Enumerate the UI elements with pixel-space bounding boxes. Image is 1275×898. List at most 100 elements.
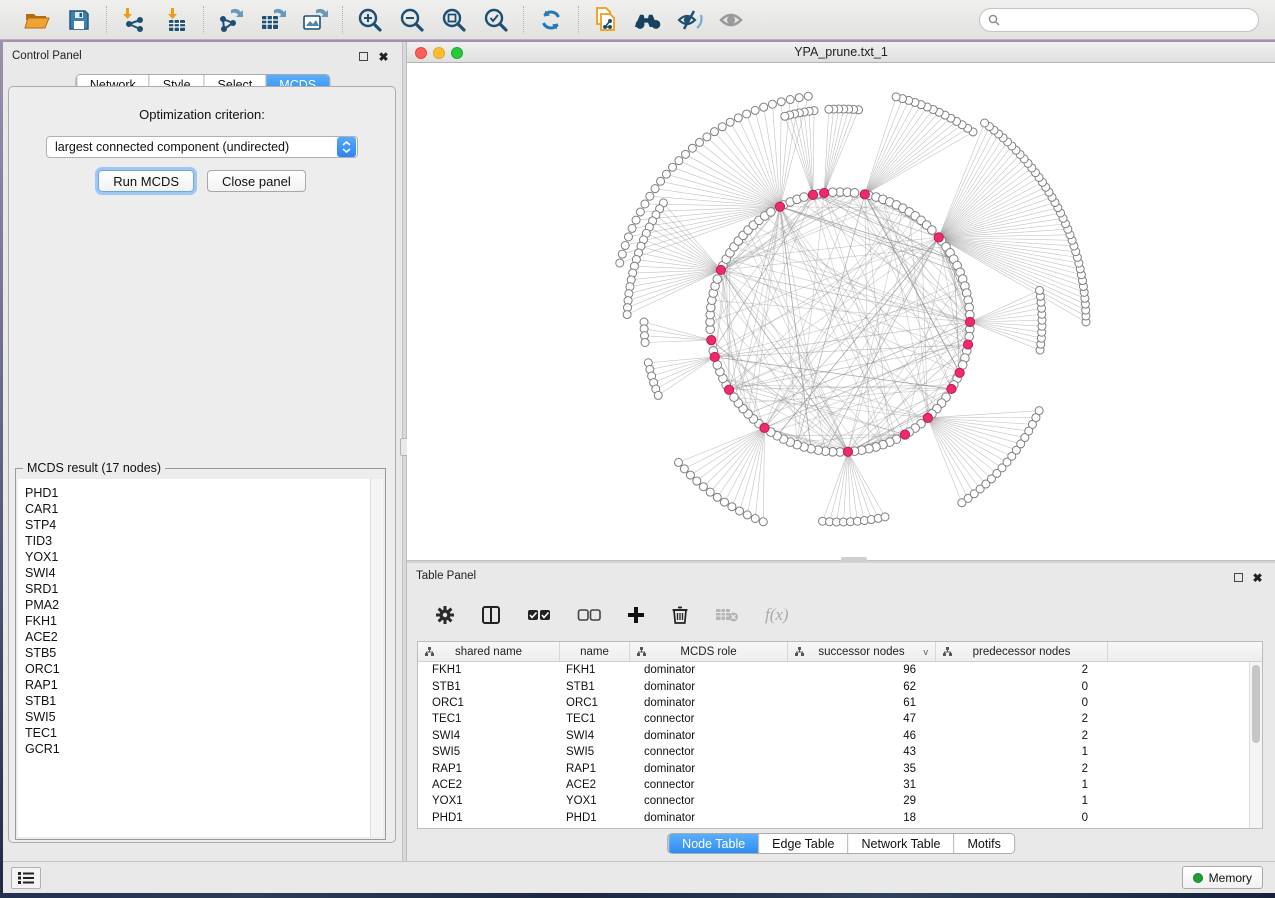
- add-icon[interactable]: [627, 606, 645, 624]
- table-row[interactable]: ORC1 ORC1 dominator 61 0: [418, 695, 1249, 711]
- close-panel-button[interactable]: Close panel: [207, 170, 306, 192]
- refresh-icon[interactable]: [536, 5, 566, 35]
- table-tab[interactable]: Node Table: [668, 834, 758, 853]
- table-row[interactable]: SWI5 SWI5 connector 43 1: [418, 744, 1249, 760]
- close-panel-icon[interactable]: ✖: [377, 50, 390, 63]
- show-details-icon[interactable]: [717, 5, 747, 35]
- mcds-result-list[interactable]: PHD1CAR1STP4TID3YOX1SWI4SRD1PMA2FKH1ACE2…: [18, 479, 383, 837]
- attribute-icon: [795, 647, 804, 659]
- zoom-in-icon[interactable]: [355, 5, 385, 35]
- network-window: YPA_prune.txt_1: [407, 42, 1275, 560]
- status-bar: Memory: [3, 861, 1275, 893]
- save-icon[interactable]: [64, 5, 94, 35]
- mcds-result-node[interactable]: GCR1: [18, 741, 383, 757]
- export-image-icon[interactable]: [300, 5, 330, 35]
- mcds-result-node[interactable]: TID3: [18, 533, 383, 549]
- mcds-result-node[interactable]: SRD1: [18, 581, 383, 597]
- zoom-selected-icon[interactable]: [481, 5, 511, 35]
- table-row[interactable]: FKH1 FKH1 dominator 96 2: [418, 662, 1249, 678]
- table-row[interactable]: ACE2 ACE2 connector 31 1: [418, 777, 1249, 793]
- table-row[interactable]: STB1 STB1 dominator 62 0: [418, 678, 1249, 694]
- table-tab[interactable]: Motifs: [953, 834, 1013, 853]
- table-tab[interactable]: Network Table: [848, 834, 954, 853]
- sort-indicator: v: [924, 647, 929, 657]
- float-panel-icon[interactable]: [1232, 571, 1245, 584]
- mcds-result-node[interactable]: YOX1: [18, 549, 383, 565]
- network-canvas[interactable]: [407, 63, 1275, 560]
- search-input-wrap: [979, 8, 1259, 32]
- import-network-icon[interactable]: [119, 5, 149, 35]
- table-row[interactable]: YOX1 YOX1 connector 29 1: [418, 793, 1249, 809]
- clone-network-icon[interactable]: [591, 5, 621, 35]
- scrollbar-thumb[interactable]: [1252, 665, 1260, 743]
- optimization-criterion-label: Optimization criterion:: [9, 107, 395, 122]
- select-all-icon[interactable]: [527, 608, 551, 622]
- network-titlebar: YPA_prune.txt_1: [407, 42, 1275, 63]
- search-input[interactable]: [1005, 13, 1250, 27]
- mcds-result-node[interactable]: PHD1: [18, 485, 383, 501]
- column-header[interactable]: MCDS role: [630, 642, 788, 661]
- mcds-result-node[interactable]: SWI4: [18, 565, 383, 581]
- open-icon[interactable]: [22, 5, 52, 35]
- column-header[interactable]: name: [560, 642, 630, 661]
- column-header[interactable]: predecessor nodes: [936, 642, 1108, 661]
- table-row[interactable]: TEC1 TEC1 connector 47 2: [418, 711, 1249, 727]
- zoom-fit-icon[interactable]: [439, 5, 469, 35]
- show-columns-icon[interactable]: [481, 605, 501, 625]
- mcds-result-node[interactable]: RAP1: [18, 677, 383, 693]
- zoom-out-icon[interactable]: [397, 5, 427, 35]
- export-table-icon[interactable]: [258, 5, 288, 35]
- control-panel: Control Panel ✖ NetworkStyleSelectMCDS O…: [3, 42, 402, 861]
- mcds-result-node[interactable]: ACE2: [18, 629, 383, 645]
- column-header[interactable]: successor nodes v: [788, 642, 936, 661]
- float-panel-icon[interactable]: [357, 50, 370, 63]
- table-tab[interactable]: Edge Table: [758, 834, 847, 853]
- mcds-result-node[interactable]: CAR1: [18, 501, 383, 517]
- task-history-icon[interactable]: [11, 867, 41, 889]
- run-mcds-button[interactable]: Run MCDS: [98, 170, 194, 192]
- mcds-result-node[interactable]: STB1: [18, 693, 383, 709]
- mcds-result-node[interactable]: TEC1: [18, 725, 383, 741]
- table-scrollbar[interactable]: [1249, 662, 1262, 828]
- memory-button[interactable]: Memory: [1182, 866, 1263, 889]
- table-toolbar: f(x): [417, 593, 1265, 637]
- control-panel-title: Control Panel: [12, 50, 82, 62]
- chevron-up-down-icon: [337, 137, 356, 157]
- mcds-result-node[interactable]: PMA2: [18, 597, 383, 613]
- table-row[interactable]: SWI4 SWI4 dominator 46 2: [418, 728, 1249, 744]
- mcds-result-node[interactable]: STB5: [18, 645, 383, 661]
- hide-details-icon[interactable]: [675, 5, 705, 35]
- table-header: shared name name: [418, 642, 1262, 662]
- optimization-criterion-dropdown[interactable]: largest connected component (undirected): [46, 136, 358, 158]
- function-builder-icon[interactable]: f(x): [765, 605, 789, 625]
- mcds-result-title: MCDS result (17 nodes): [23, 461, 165, 475]
- close-panel-icon[interactable]: ✖: [1251, 571, 1264, 584]
- table-row[interactable]: PHD1 PHD1 dominator 18 0: [418, 810, 1249, 826]
- attribute-icon: [637, 647, 646, 659]
- settings-icon[interactable]: [435, 605, 455, 625]
- mcds-pane: Optimization criterion: largest connecte…: [8, 86, 396, 843]
- mcds-result-node[interactable]: ORC1: [18, 661, 383, 677]
- export-network-icon[interactable]: [216, 5, 246, 35]
- delete-table-icon[interactable]: [715, 607, 739, 623]
- mcds-result-node[interactable]: SWI5: [18, 709, 383, 725]
- memory-label: Memory: [1209, 871, 1252, 885]
- column-header[interactable]: shared name: [418, 642, 560, 661]
- import-table-icon[interactable]: [161, 5, 191, 35]
- search-network-icon[interactable]: [633, 5, 663, 35]
- table-tabs: Node TableEdge TableNetwork TableMotifs: [667, 833, 1015, 854]
- mcds-result-node[interactable]: FKH1: [18, 613, 383, 629]
- table-panel-title: Table Panel: [416, 570, 476, 582]
- delete-icon[interactable]: [671, 605, 689, 625]
- network-graph: [407, 63, 1275, 560]
- table-row[interactable]: RAP1 RAP1 dominator 35 2: [418, 760, 1249, 776]
- mcds-result-group: MCDS result (17 nodes) PHD1CAR1STP4TID3Y…: [15, 468, 386, 840]
- memory-status-icon: [1193, 873, 1203, 883]
- result-list-scrollbar[interactable]: [370, 479, 383, 837]
- deselect-all-icon[interactable]: [577, 608, 601, 622]
- mcds-result-node[interactable]: STP4: [18, 517, 383, 533]
- attribute-icon: [943, 647, 952, 659]
- network-title: YPA_prune.txt_1: [407, 45, 1275, 59]
- splitter-handle[interactable]: [841, 557, 867, 562]
- table-body: FKH1 FKH1 dominator 96 2 STB1 STB1 domin…: [418, 662, 1249, 828]
